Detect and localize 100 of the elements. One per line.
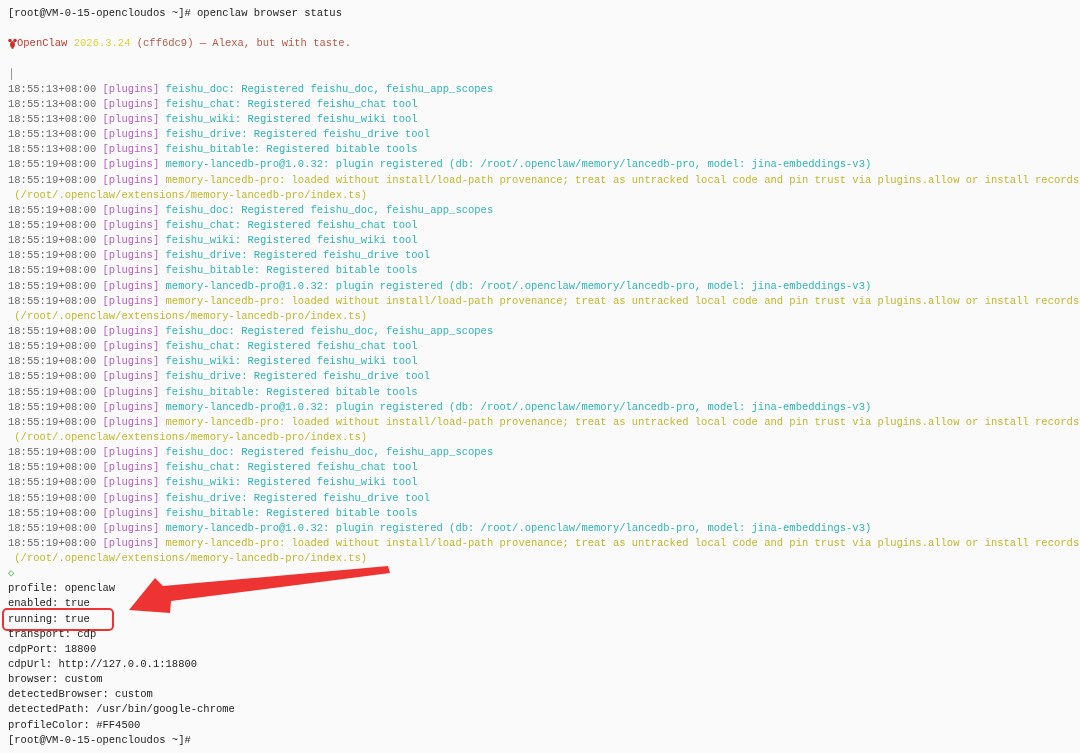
log-message: memory-lancedb-pro@1.0.32: plugin registered (db: /root/.openclaw/memory/lancedb-pro, model: jina-embeddings-v3) — [165, 278, 872, 294]
log-message: feishu_drive: Registered feishu_drive tool — [165, 490, 431, 506]
log-message: feishu_drive: Registered feishu_drive tool — [165, 248, 431, 264]
log-message: feishu_chat: Registered feishu_chat tool — [165, 217, 418, 233]
log-message: (/root/.openclaw/extensions/memory-lancedb-pro/index.ts) — [13, 308, 368, 324]
log-message: feishu_doc: Registered feishu_doc, feishu_app_scopes — [165, 81, 494, 97]
log-message: memory-lancedb-pro: loaded without install/load-path provenance; treat as untracked local code and pin trust via plugins.allow or install records — [165, 172, 1080, 188]
log-tag: [plugins] — [102, 475, 166, 491]
log-tag: [plugins] — [102, 293, 166, 309]
version-text: 2026.3.24 — [72, 36, 131, 52]
app-name: OpenClaw — [17, 36, 68, 52]
log-message: (/root/.openclaw/extensions/memory-lancedb-pro/index.ts) — [13, 187, 368, 203]
log-tag: [plugins] — [102, 520, 166, 536]
log-message: feishu_doc: Registered feishu_doc, feishu_app_scopes — [165, 445, 494, 461]
timestamp: 18:55:19+08:00 — [8, 157, 98, 173]
log-tag: [plugins] — [102, 535, 166, 552]
log-tag: [plugins] — [102, 96, 166, 112]
log-tag: [plugins] — [102, 217, 166, 234]
log-tag: [plugins] — [102, 278, 166, 294]
lobster-icon — [8, 38, 17, 50]
log-tag: [plugins] — [102, 414, 166, 430]
log-tag: [plugins] — [102, 157, 166, 173]
log-message: memory-lancedb-pro: loaded without install/load-path provenance; treat as untracked local code and pin trust via plugins.allow or install records — [165, 293, 1080, 309]
log-tag: [plugins] — [102, 172, 166, 188]
cursor-text: │ — [8, 66, 15, 82]
log-tag: [plugins] — [102, 112, 166, 128]
timestamp: 18:55:19+08:00 — [8, 399, 98, 415]
log-message: feishu_doc: Registered feishu_doc, feishu_app_scopes — [165, 323, 494, 339]
log-message: feishu_wiki: Registered feishu_wiki tool — [165, 112, 418, 127]
log-tag: [plugins] — [102, 142, 166, 158]
log-message: feishu_wiki: Registered feishu_wiki tool — [165, 233, 418, 249]
timestamp: 18:55:13+08:00 — [8, 142, 98, 158]
log-tag: [plugins] — [102, 369, 166, 385]
timestamp: 18:55:19+08:00 — [8, 520, 98, 536]
log-message: memory-lancedb-pro@1.0.32: plugin registered (db: /root/.openclaw/memory/lancedb-pro, model: jina-embeddings-v3) — [165, 157, 872, 173]
timestamp: 18:55:19+08:00 — [8, 414, 98, 430]
log-tag: [plugins] — [102, 354, 166, 370]
log-message: feishu_chat: Registered feishu_chat tool — [165, 460, 418, 476]
diamond-glyph: ◇ — [8, 566, 15, 582]
log-message: feishu_wiki: Registered feishu_wiki tool — [165, 475, 418, 491]
timestamp: 18:55:19+08:00 — [8, 354, 98, 370]
timestamp: 18:55:19+08:00 — [8, 460, 98, 476]
log-message: (/root/.openclaw/extensions/memory-lancedb-pro/index.ts) — [13, 551, 368, 567]
log-message: feishu_bitable: Registered bitable tools — [165, 505, 418, 521]
timestamp: 18:55:19+08:00 — [8, 505, 98, 521]
log-message: feishu_wiki: Registered feishu_wiki tool — [165, 354, 418, 370]
log-tag: [plugins] — [102, 323, 166, 340]
timestamp: 18:55:19+08:00 — [8, 172, 98, 188]
log-tag: [plugins] — [102, 233, 166, 249]
log-tag: [plugins] — [102, 339, 166, 355]
log-message: feishu_drive: Registered feishu_drive tool — [165, 369, 431, 385]
log-message: (/root/.openclaw/extensions/memory-lancedb-pro/index.ts) — [13, 429, 368, 445]
timestamp: 18:55:19+08:00 — [8, 339, 98, 355]
output-text: enabled: true — [8, 596, 90, 612]
timestamp: 18:55:13+08:00 — [8, 81, 98, 97]
log-tag: [plugins] — [102, 445, 166, 461]
output-text: cdpPort: 18800 — [8, 641, 97, 657]
output-text: profile: openclaw — [8, 581, 116, 597]
timestamp: 18:55:19+08:00 — [8, 248, 98, 264]
timestamp: 18:55:19+08:00 — [8, 475, 98, 491]
log-message: feishu_bitable: Registered bitable tools — [165, 263, 418, 279]
timestamp: 18:55:19+08:00 — [8, 217, 98, 233]
timestamp: 18:55:19+08:00 — [8, 384, 98, 400]
timestamp: 18:55:19+08:00 — [8, 535, 98, 551]
log-tag: [plugins] — [102, 505, 166, 521]
log-message: memory-lancedb-pro: loaded without install/load-path provenance; treat as untracked local code and pin trust via plugins.allow or install records — [165, 414, 1080, 430]
output-text: browser: custom — [8, 672, 103, 688]
timestamp: 18:55:19+08:00 — [8, 323, 98, 339]
log-message: memory-lancedb-pro: loaded without install/load-path provenance; treat as untracked local code and pin trust via plugins.allow or install records — [165, 535, 1080, 551]
timestamp: 18:55:13+08:00 — [8, 127, 98, 143]
timestamp: 18:55:19+08:00 — [8, 293, 98, 309]
log-tag: [plugins] — [102, 202, 166, 218]
timestamp: 18:55:19+08:00 — [8, 445, 98, 461]
log-message: memory-lancedb-pro@1.0.32: plugin registered (db: /root/.openclaw/memory/lancedb-pro, model: jina-embeddings-v3) — [165, 520, 872, 536]
timestamp: 18:55:19+08:00 — [8, 263, 98, 279]
output-text: detectedBrowser: custom — [8, 687, 153, 703]
log-message: feishu_bitable: Registered bitable tools — [165, 142, 418, 158]
log-tag: [plugins] — [102, 127, 166, 143]
output-text: profileColor: #FF4500 — [8, 717, 141, 733]
output-text: cdpUrl: http://127.0.0.1:18800 — [8, 657, 198, 673]
command-text: openclaw browser status — [196, 6, 342, 21]
tagline-text: (cff6dc9) — Alexa, but with taste. — [135, 36, 351, 52]
timestamp: 18:55:19+08:00 — [8, 369, 98, 385]
timestamp: 18:55:13+08:00 — [8, 96, 98, 112]
log-message: memory-lancedb-pro@1.0.32: plugin registered (db: /root/.openclaw/memory/lancedb-pro, model: jina-embeddings-v3) — [165, 399, 872, 415]
log-tag: [plugins] — [102, 490, 166, 506]
timestamp: 18:55:19+08:00 — [8, 490, 98, 506]
log-message: feishu_chat: Registered feishu_chat tool — [165, 96, 418, 112]
log-tag: [plugins] — [102, 81, 166, 97]
output-text: transport: cdp — [8, 626, 97, 642]
timestamp: 18:55:13+08:00 — [8, 112, 98, 127]
timestamp: 18:55:19+08:00 — [8, 202, 98, 218]
log-tag: [plugins] — [102, 384, 166, 400]
log-message: feishu_drive: Registered feishu_drive tool — [165, 127, 431, 143]
shell-prompt: [root@VM-0-15-opencloudos ~]# — [8, 6, 191, 21]
log-tag: [plugins] — [102, 248, 166, 264]
log-tag: [plugins] — [102, 399, 166, 415]
log-tag: [plugins] — [102, 460, 166, 476]
log-message: feishu_bitable: Registered bitable tools — [165, 384, 418, 400]
timestamp: 18:55:19+08:00 — [8, 233, 98, 249]
